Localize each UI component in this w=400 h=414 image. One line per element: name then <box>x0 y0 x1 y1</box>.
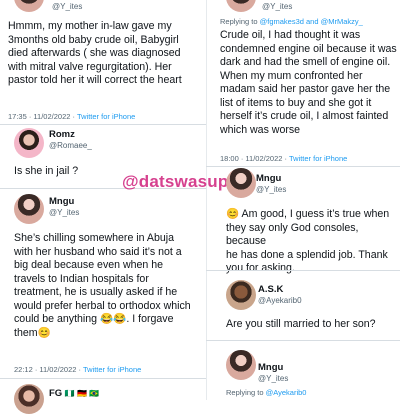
watermark-text: @datswasup <box>122 172 229 191</box>
avatar[interactable] <box>226 168 256 198</box>
tweet-source: Twitter for iPhone <box>288 154 348 163</box>
tweet-text: Hmmm, my mother in-law gave my 3months o… <box>8 20 182 86</box>
tweet-text: 😊 Am good, I guess it’s true when they s… <box>226 208 390 274</box>
tweet-timestamp[interactable]: 18:00 · 11/02/2022 · Twitter for iPhone <box>220 154 347 163</box>
avatar[interactable] <box>14 128 44 158</box>
reply-context: Replying to @Ayekarib0 <box>226 388 307 397</box>
user-handle[interactable]: @Y_ites <box>258 374 288 383</box>
display-name[interactable]: Mngu <box>256 173 281 184</box>
user-handle[interactable]: @Y_ites <box>49 208 79 217</box>
tweet-divider <box>0 378 206 379</box>
display-name[interactable]: Mngu <box>258 362 283 373</box>
user-handle[interactable]: @Y_ites <box>262 2 292 11</box>
tweet-source: Twitter for iPhone <box>76 112 136 121</box>
avatar[interactable] <box>14 194 44 224</box>
avatar[interactable] <box>14 0 44 12</box>
user-handle[interactable]: @Ayekarib0 <box>258 296 302 305</box>
reply-mentions[interactable]: @Ayekarib0 <box>266 388 307 397</box>
reply-mentions[interactable]: @fgmakes3d and @MrMakzy_ <box>260 17 363 26</box>
tweet-text: She’s chilling somewhere in Abuja with h… <box>14 232 191 339</box>
tweet-timestamp[interactable]: 17:35 · 11/02/2022 · Twitter for iPhone <box>8 112 135 121</box>
avatar[interactable] <box>226 0 256 12</box>
tweet-text: Is she in jail ? <box>14 165 79 177</box>
display-name[interactable]: A.S.K <box>258 284 283 295</box>
user-handle[interactable]: @Y_ites <box>256 185 286 194</box>
avatar[interactable] <box>226 280 256 310</box>
display-name[interactable]: Romz <box>49 129 75 140</box>
tweet-text: Crude oil, I had thought it was condemne… <box>220 29 397 136</box>
tweet-timestamp[interactable]: 22:12 · 11/02/2022 · Twitter for iPhone <box>14 365 141 374</box>
avatar[interactable] <box>226 350 256 380</box>
tweet-divider <box>206 270 400 271</box>
tweet-text: Are you still married to her son? <box>226 318 376 330</box>
reply-context: Replying to @fgmakes3d and @MrMakzy_ <box>220 17 363 26</box>
user-handle[interactable]: @Y_ites <box>52 2 82 11</box>
avatar[interactable] <box>14 384 44 414</box>
tweet-divider <box>206 340 400 341</box>
display-name[interactable]: FG 🇳🇬 🇩🇪 🇧🇷 <box>49 388 99 399</box>
user-handle[interactable]: @Romaee_ <box>49 141 92 150</box>
tweet-divider <box>0 124 206 125</box>
tweet-divider <box>206 166 400 167</box>
tweet-source: Twitter for iPhone <box>82 365 142 374</box>
display-name[interactable]: Mngu <box>49 196 74 207</box>
flag-icons: 🇳🇬 🇩🇪 🇧🇷 <box>64 389 100 398</box>
